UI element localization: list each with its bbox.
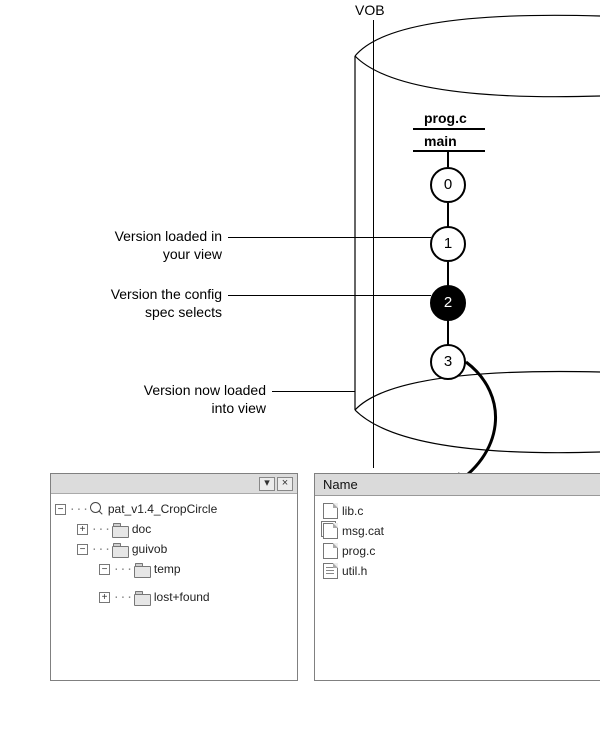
file-name: util.h [342, 564, 367, 578]
file-text-icon [323, 563, 338, 579]
connector [447, 152, 449, 167]
cylinder-axis-line [373, 20, 374, 468]
expander-plus-icon[interactable]: + [77, 524, 88, 535]
version-node-3: 3 [430, 344, 466, 380]
folder-icon [112, 543, 128, 556]
tree-root-label: pat_v1.4_CropCircle [108, 502, 217, 516]
list-header[interactable]: Name [315, 474, 600, 496]
tree-panel: ▾ × − ··· pat_v1.4_CropCircle + ··· doc … [50, 473, 298, 681]
tree-item[interactable]: − ··· guivob [55, 539, 293, 559]
connector [447, 262, 449, 286]
tree-item-label: guivob [132, 542, 167, 556]
list-panel: Name lib.c msg.cat prog.c util.h [314, 473, 600, 681]
list-item[interactable]: msg.cat [323, 521, 592, 541]
list-item[interactable]: util.h [323, 561, 592, 581]
expander-plus-icon[interactable]: + [99, 592, 110, 603]
vob-cylinder [0, 0, 600, 500]
file-stack-icon [323, 523, 338, 539]
tree-item[interactable]: + ··· doc [55, 519, 293, 539]
tree-body: − ··· pat_v1.4_CropCircle + ··· doc − ··… [51, 494, 297, 680]
folder-icon [112, 523, 128, 536]
folder-icon [134, 563, 150, 576]
list-item[interactable]: lib.c [323, 501, 592, 521]
list-item[interactable]: prog.c [323, 541, 592, 561]
file-name: msg.cat [342, 524, 384, 538]
version-node-0: 0 [430, 167, 466, 203]
annotation-loaded-in-view: Version loaded in your view [96, 228, 222, 263]
connector [447, 321, 449, 345]
dock-button[interactable]: ▾ [259, 477, 275, 491]
expander-minus-icon[interactable]: − [55, 504, 66, 515]
tree-panel-header: ▾ × [51, 474, 297, 494]
version-node-2-selected: 2 [430, 285, 466, 321]
list-header-label: Name [323, 477, 358, 492]
folder-icon [134, 591, 150, 604]
annotation-leader [272, 391, 355, 392]
file-icon [323, 503, 338, 519]
close-button[interactable]: × [277, 477, 293, 491]
list-body: lib.c msg.cat prog.c util.h [315, 496, 600, 680]
vob-title: VOB [355, 2, 385, 18]
tree-item-label: lost+found [154, 590, 210, 604]
file-name: lib.c [342, 504, 363, 518]
divider [413, 128, 485, 130]
annotation-leader [228, 295, 431, 296]
expander-minus-icon[interactable]: − [77, 544, 88, 555]
tree-root[interactable]: − ··· pat_v1.4_CropCircle [55, 499, 293, 519]
annotation-leader [228, 237, 431, 238]
connector [447, 203, 449, 227]
version-node-1: 1 [430, 226, 466, 262]
branch-label: main [424, 133, 457, 149]
annotation-now-loaded: Version now loaded into view [126, 382, 266, 417]
annotation-config-spec: Version the config spec selects [94, 286, 222, 321]
tree-item-label: temp [154, 562, 181, 576]
tree-item[interactable]: − ··· temp [55, 559, 293, 579]
tree-item-label: doc [132, 522, 151, 536]
view-icon [90, 502, 104, 516]
file-icon [323, 543, 338, 559]
file-name: prog.c [342, 544, 375, 558]
expander-minus-icon[interactable]: − [99, 564, 110, 575]
tree-item[interactable]: + ··· lost+found [55, 587, 293, 607]
divider [413, 150, 485, 152]
file-label: prog.c [424, 110, 467, 126]
